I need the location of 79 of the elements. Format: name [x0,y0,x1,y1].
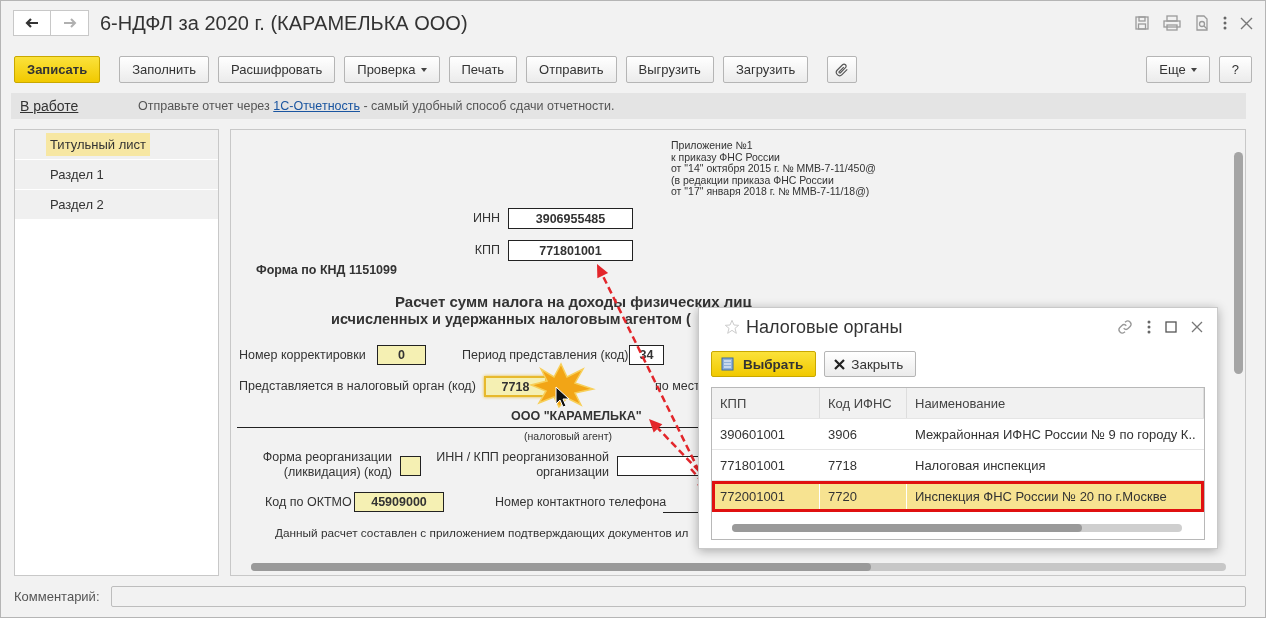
correction-field[interactable]: 0 [377,345,426,365]
table-row[interactable]: 772001001 7720 Инспекция ФНС России № 20 по г.Москве [712,481,1204,512]
save-icon[interactable] [1134,15,1150,31]
reorg-code-field[interactable] [400,456,421,476]
maximize-icon[interactable] [1165,321,1177,333]
table-cell-text: 3906 [827,425,858,444]
status-message: Отправьте отчет через 1С-Отчетность - самый удобный способ сдачи отчетности. [138,99,615,113]
table-cell: Инспекция ФНС России № 20 по г.Москве [907,481,1204,511]
more-icon[interactable] [1223,16,1227,30]
field-label: ИНН / КПП реорганизованной организации [436,450,609,480]
form-note: Данный расчет составлен с приложением подтверждающих документов ил [275,526,689,541]
appendix-note: Приложение №1 к приказу ФНС России от "14" октября 2015 г. № ММВ-7-11/450@ (в редакции приказа ФНС России от "17" января 2018 г. № ММВ-7-11/18@) [671,140,876,198]
form-title: исчисленных и удержанных налоговым агентом ( [331,312,691,327]
field-label: ИНН [472,211,500,226]
kpp-field[interactable]: 771801001 [508,240,633,261]
paperclip-icon [835,62,850,77]
field-label: КПП [474,243,500,258]
select-button[interactable]: Выбрать [711,351,817,377]
table-cell-text: 390601001 [719,425,787,444]
more-icon[interactable] [1147,320,1151,334]
section-item[interactable]: Титульный лист [46,133,150,156]
table-cell-text: Налоговая инспекция [914,456,1047,475]
back-button[interactable] [13,10,51,36]
caret-icon [420,67,427,72]
column-header[interactable]: Наименование [907,388,1204,418]
dialog-title: Налоговые органы [746,316,903,338]
close-button[interactable]: Закрыть [824,351,917,377]
field-label: Период представления (код) [462,348,629,363]
table-cell-text: 7718 [827,456,858,475]
preview-icon[interactable] [1194,15,1210,31]
comment-field[interactable] [111,586,1246,607]
arrow-left-icon [25,18,39,28]
close-icon[interactable] [1240,16,1253,30]
arrow-right-icon [62,18,77,28]
agent-name: ООО "КАРАМЕЛЬКА" [511,409,642,424]
field-label: Представляется в налоговый орган (код) [239,379,476,394]
mouse-cursor-icon [555,386,570,408]
close-icon [834,358,846,370]
table-cell: 7720 [820,481,907,511]
toolbar-button[interactable]: Выгрузить [625,56,714,83]
field-label: по мест [655,379,700,394]
toolbar-button[interactable]: ? [1218,56,1252,83]
dropdown-button[interactable]: Еще [1146,56,1210,83]
toolbar-button[interactable]: Заполнить [119,56,210,83]
starburst-icon [528,362,596,409]
form-code: Форма по КНД 1151099 [256,263,397,278]
toolbar-button[interactable]: Печать [448,56,518,83]
column-header[interactable]: КПП [712,388,820,418]
column-header[interactable]: Код ИФНС [820,388,907,418]
service-link[interactable]: 1С-Отчетность [273,99,360,113]
toolbar-button[interactable]: Отправить [526,56,617,83]
close-icon[interactable] [1191,321,1203,333]
status-link[interactable]: В работе [20,98,138,114]
caret-icon [1190,67,1197,72]
oktmo-field[interactable]: 45909000 [354,492,444,512]
toolbar-button[interactable]: Расшифровать [218,56,336,83]
star-icon [724,319,740,335]
dropdown-button[interactable]: Проверка [344,56,440,83]
field-label: Форма реорганизации (ликвидация) (код) [262,450,392,480]
agent-caption: (налоговый агент) [524,429,612,444]
scrollbar[interactable] [251,563,1226,571]
link-icon[interactable] [1117,319,1133,335]
inn-field[interactable]: 3906955485 [508,208,633,229]
comment-label: Комментарий: [14,589,101,604]
toolbar-button[interactable]: Загрузить [722,56,809,83]
table-row[interactable]: 390601001 3906 Межрайонная ИФНС России № 9 по городу К.. [712,419,1204,450]
field-label: Код по ОКТМО [265,495,352,510]
form-title: Расчет сумм налога на доходы физических лиц [395,294,752,309]
list-icon [721,357,737,371]
save-button[interactable]: Записать [14,56,101,83]
field-label: Номер контактного телефона [495,495,667,510]
print-icon[interactable] [1163,15,1181,31]
attach-button[interactable] [827,56,858,83]
field-label: Номер корректировки [239,348,366,363]
table-cell: 772001001 [712,481,820,511]
table-cell-text: 771801001 [719,456,787,475]
table-cell-text: Межрайонная ИФНС России № 9 по городу К.. [914,425,1197,444]
scrollbar[interactable] [732,524,1182,532]
window-title: 6-НДФЛ за 2020 г. (КАРАМЕЛЬКА ООО) [100,11,468,35]
